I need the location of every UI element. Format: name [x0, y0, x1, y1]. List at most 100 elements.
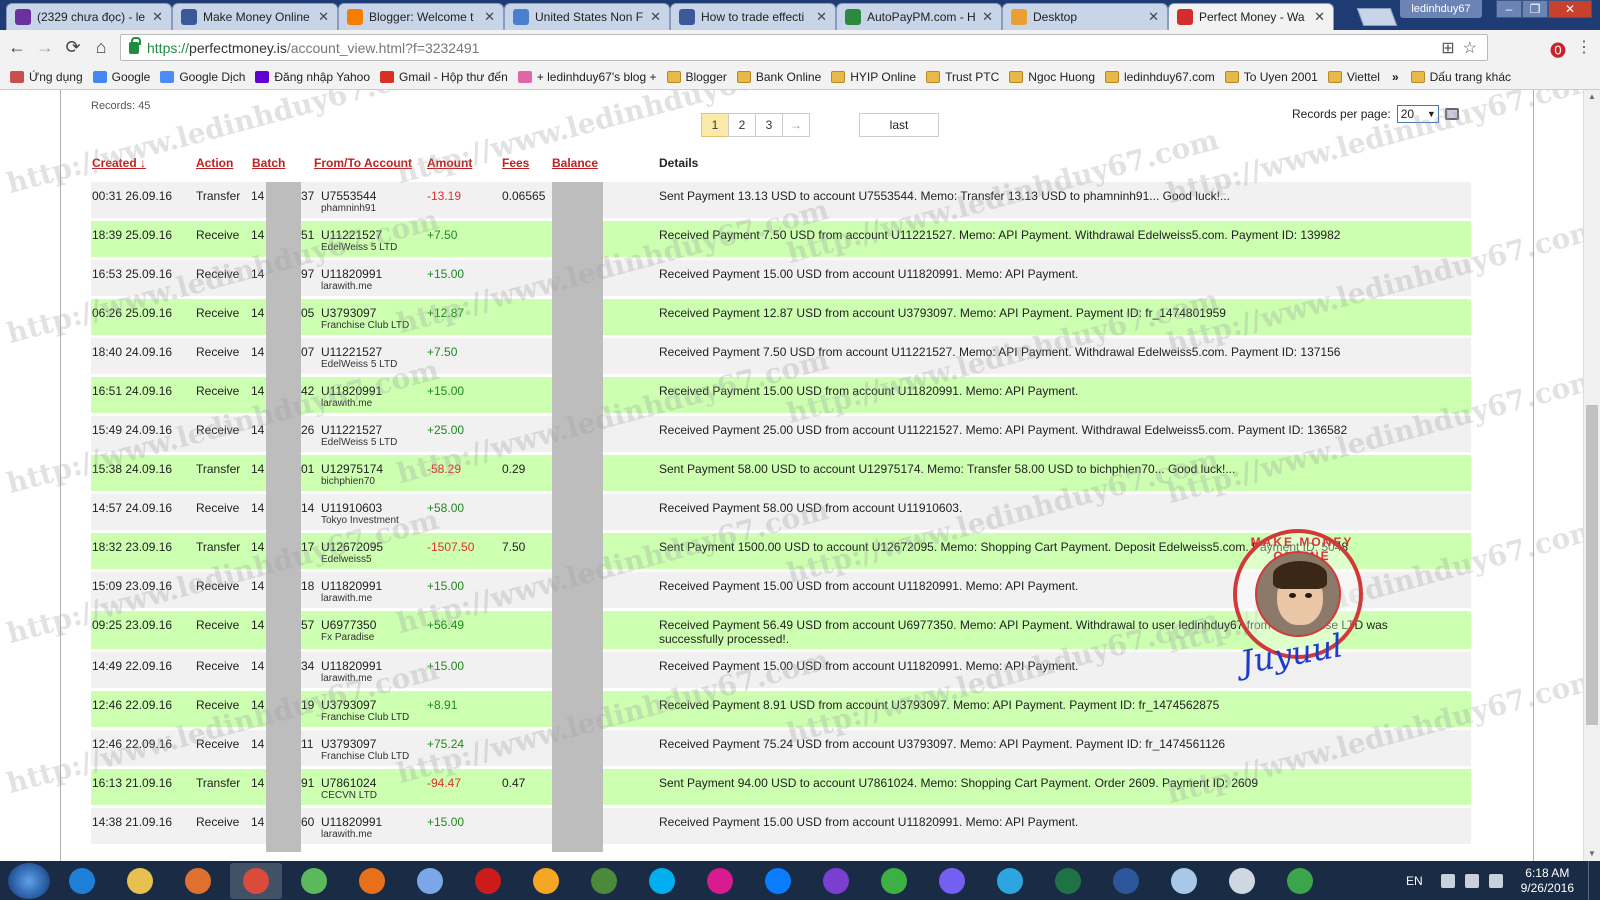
sort-created[interactable]: Created ↓ [92, 156, 146, 170]
clock[interactable]: 6:18 AM 9/26/2016 [1521, 866, 1574, 896]
bookmark-12[interactable]: To Uyen 2001 [1224, 70, 1318, 84]
taskbar-coccoc[interactable] [288, 863, 340, 899]
taskbar-app-purple[interactable] [810, 863, 862, 899]
tab-6[interactable]: Desktop ✕ [1002, 3, 1168, 30]
start-button[interactable] [8, 862, 50, 899]
page-3-button[interactable]: 3 [755, 113, 783, 137]
language-indicator[interactable]: EN [1406, 874, 1423, 888]
calculator-icon [1229, 867, 1255, 894]
close-tab-icon[interactable]: ✕ [982, 9, 993, 25]
bookmark-10[interactable]: Ngoc Huong [1009, 70, 1095, 84]
bookmark-6[interactable]: Blogger [666, 70, 727, 84]
bookmark-1[interactable]: Google [92, 70, 150, 84]
taskbar-chrome-alt[interactable] [404, 863, 456, 899]
cell-action: Transfer [196, 540, 241, 554]
bookmark-11[interactable]: ledinhduy67.com [1105, 70, 1215, 84]
next-page-button[interactable]: → [782, 113, 810, 137]
bookmarks-overflow-icon[interactable]: » [1392, 70, 1399, 84]
taskbar-telegram[interactable] [984, 863, 1036, 899]
last-page-button[interactable]: last [859, 113, 939, 137]
page-1-button[interactable]: 1 [701, 113, 729, 137]
cell-amount: +56.49 [427, 618, 465, 632]
taskbar-app-notes[interactable] [1158, 863, 1210, 899]
tab-3[interactable]: United States Non F ✕ [504, 3, 670, 30]
bookmark-7[interactable]: Bank Online [736, 70, 821, 84]
pinterest-icon[interactable]: ⓿ [1550, 37, 1566, 61]
taskbar-zalo[interactable] [752, 863, 804, 899]
bookmark-5[interactable]: + ledinhduy67's blog + [517, 70, 657, 84]
close-tab-icon[interactable]: ✕ [650, 9, 661, 25]
tab-1[interactable]: Make Money Online ✕ [172, 3, 338, 30]
taskbar-calculator[interactable] [1216, 863, 1268, 899]
sort-account[interactable]: From/To Account [314, 156, 412, 170]
minimize-button[interactable]: – [1496, 0, 1522, 18]
taskbar-skype[interactable] [636, 863, 688, 899]
tab-4[interactable]: How to trade effecti ✕ [670, 3, 836, 30]
show-desktop-button[interactable] [1588, 861, 1600, 900]
page-2-button[interactable]: 2 [728, 113, 756, 137]
bookmark-other[interactable]: Dấu trang khác [1410, 70, 1511, 84]
taskbar-icq[interactable] [868, 863, 920, 899]
taskbar-ie[interactable] [56, 863, 108, 899]
taskbar-word[interactable] [1100, 863, 1152, 899]
tab-7[interactable]: Perfect Money - Wa ✕ [1168, 3, 1334, 30]
taskbar-chrome[interactable] [230, 862, 282, 899]
taskbar-excel[interactable] [1042, 863, 1094, 899]
bookmark-label: Ngoc Huong [1028, 69, 1096, 84]
close-tab-icon[interactable]: ✕ [318, 9, 329, 25]
bookmark-9[interactable]: Trust PTC [926, 70, 999, 84]
flag-icon[interactable] [1440, 873, 1455, 888]
taskbar-viber[interactable] [926, 863, 978, 899]
tab-0[interactable]: (2329 chưa đọc) - le ✕ [6, 3, 172, 30]
profile-name[interactable]: ledinhduy67 [1400, 0, 1482, 18]
sort-batch[interactable]: Batch [252, 156, 285, 170]
records-per-page-select[interactable]: 20 [1396, 105, 1439, 123]
maximize-button[interactable]: ❐ [1522, 0, 1548, 18]
back-icon[interactable]: ← [6, 36, 28, 58]
forward-icon[interactable]: → [34, 36, 56, 58]
close-tab-icon[interactable]: ✕ [1314, 9, 1325, 25]
scrollbar-thumb[interactable] [1586, 405, 1598, 725]
home-icon[interactable]: ⌂ [90, 36, 112, 58]
bookmark-2[interactable]: Google Dịch [160, 70, 245, 84]
scroll-down-icon[interactable]: ▼ [1584, 847, 1600, 861]
taskbar-media[interactable] [172, 863, 224, 899]
reload-icon[interactable]: ⟳ [62, 36, 84, 58]
close-window-button[interactable]: ✕ [1548, 0, 1592, 18]
taskbar-app-orange[interactable] [520, 863, 572, 899]
bookmark-3[interactable]: Đăng nhập Yahoo [255, 70, 370, 84]
taskbar-app-plus[interactable] [1274, 863, 1326, 899]
print-icon[interactable] [1444, 108, 1459, 120]
tab-5[interactable]: AutoPayPM.com - H ✕ [836, 3, 1002, 30]
taskbar-app-pink[interactable] [694, 863, 746, 899]
taskbar-explorer[interactable] [114, 863, 166, 899]
close-tab-icon[interactable]: ✕ [1148, 9, 1159, 25]
bookmark-4[interactable]: Gmail - Hộp thư đến [380, 70, 508, 84]
excel-icon [1055, 867, 1081, 894]
sort-fees[interactable]: Fees [502, 156, 529, 170]
sort-action[interactable]: Action [196, 156, 233, 170]
close-tab-icon[interactable]: ✕ [152, 9, 163, 25]
page-scrollbar[interactable]: ▲ ▼ [1583, 90, 1600, 861]
menu-icon[interactable]: ⋮ [1576, 37, 1592, 61]
close-tab-icon[interactable]: ✕ [816, 9, 827, 25]
tab-2[interactable]: Blogger: Welcome t ✕ [338, 3, 504, 30]
volume-icon[interactable] [1488, 873, 1503, 888]
bookmark-0[interactable]: Ứng dụng [10, 70, 83, 84]
new-tab-button[interactable] [1356, 8, 1398, 26]
taskbar-firefox[interactable] [346, 863, 398, 899]
network-icon[interactable] [1464, 873, 1479, 888]
bookmark-13[interactable]: Viettel [1327, 70, 1380, 84]
sort-amount[interactable]: Amount [427, 156, 472, 170]
close-tab-icon[interactable]: ✕ [484, 9, 495, 25]
scroll-up-icon[interactable]: ▲ [1584, 90, 1600, 104]
taskbar-app-green[interactable] [578, 863, 630, 899]
translate-icon[interactable]: ⊞ [1441, 38, 1454, 58]
taskbar: EN 6:18 AM 9/26/2016 [0, 861, 1600, 900]
address-bar[interactable]: https:// perfectmoney.is /account_view.h… [120, 34, 1488, 61]
bookmark-8[interactable]: HYIP Online [831, 70, 916, 84]
taskbar-opera[interactable] [462, 863, 514, 899]
bookmark-star-icon[interactable]: ☆ [1463, 38, 1477, 58]
cell-amount: -58.29 [427, 462, 462, 476]
sort-balance[interactable]: Balance [552, 156, 598, 170]
